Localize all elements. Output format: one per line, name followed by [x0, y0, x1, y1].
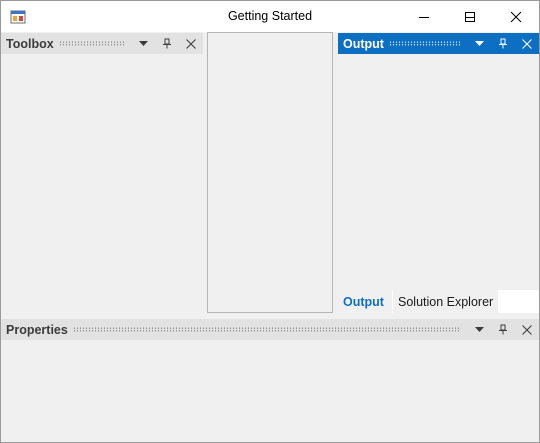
tab-output[interactable]: Output	[338, 290, 392, 313]
dropdown-arrow-icon	[474, 40, 484, 46]
output-pane	[338, 32, 539, 313]
toolbox-title: Toolbox	[6, 36, 54, 51]
toolbox-grip[interactable]	[58, 41, 125, 46]
output-close-button[interactable]	[515, 33, 539, 54]
minimize-button[interactable]	[401, 1, 447, 32]
toolbox-close-button[interactable]	[179, 33, 203, 54]
toolbox-menu-button[interactable]	[131, 33, 155, 54]
document-area[interactable]	[207, 32, 333, 313]
properties-grip[interactable]	[72, 327, 461, 332]
properties-header[interactable]: Properties	[1, 319, 539, 340]
properties-menu-button[interactable]	[467, 319, 491, 340]
output-menu-button[interactable]	[467, 33, 491, 54]
output-tabstrip: Output Solution Explorer	[338, 290, 539, 313]
properties-pin-button[interactable]	[491, 319, 515, 340]
properties-close-button[interactable]	[515, 319, 539, 340]
minimize-icon	[419, 16, 429, 18]
close-icon	[186, 38, 196, 49]
toolbox-pane: Toolbox	[1, 32, 203, 313]
tab-solution-explorer[interactable]: Solution Explorer	[393, 290, 499, 313]
properties-title: Properties	[6, 322, 68, 337]
close-icon	[522, 38, 532, 49]
dropdown-arrow-icon	[138, 40, 148, 46]
close-button[interactable]	[493, 1, 539, 32]
dropdown-arrow-icon	[474, 326, 484, 332]
output-title: Output	[343, 36, 384, 51]
toolbox-pin-button[interactable]	[155, 33, 179, 54]
output-header[interactable]: Output	[338, 33, 539, 54]
maximize-icon	[465, 11, 475, 22]
maximize-button[interactable]	[447, 1, 493, 32]
pin-icon	[499, 38, 507, 49]
client-area: Toolbox Output Output Solution Explorer …	[1, 32, 539, 442]
toolbox-header[interactable]: Toolbox	[1, 33, 203, 54]
pin-icon	[499, 324, 507, 335]
pin-icon	[163, 38, 171, 49]
close-icon	[522, 324, 532, 335]
app-window: Getting Started Toolbox Output Output So…	[0, 0, 540, 443]
output-grip[interactable]	[388, 41, 461, 46]
close-icon	[510, 11, 522, 22]
output-pin-button[interactable]	[491, 33, 515, 54]
